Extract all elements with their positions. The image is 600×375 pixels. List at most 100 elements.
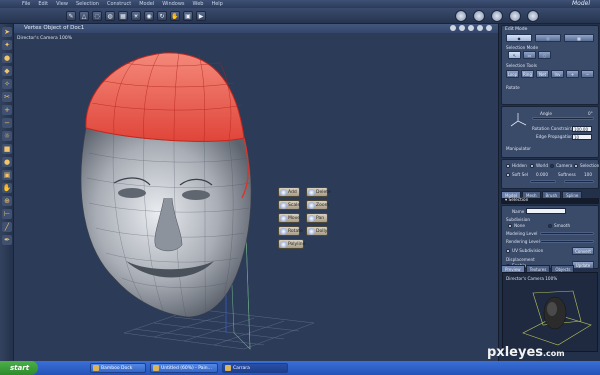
face-model-mesh[interactable] (14, 33, 498, 361)
select-lasso-button[interactable]: ◌ (538, 51, 551, 59)
room-assemble-icon[interactable] (455, 10, 467, 22)
manip-selection-radio[interactable] (574, 164, 578, 168)
arrow-tool-icon[interactable]: ➤ (2, 27, 12, 37)
view-mode-icon[interactable] (450, 25, 456, 31)
view-grid-icon[interactable] (477, 25, 483, 31)
tab-textures[interactable]: Textures (525, 265, 551, 272)
paint-tool-icon[interactable]: ● (2, 53, 12, 63)
hand-tool-icon[interactable]: ✋ (2, 183, 12, 193)
tab-mesh[interactable]: Mesh (522, 191, 541, 198)
menu-web[interactable]: Web (193, 1, 204, 7)
camera-icon[interactable]: ▣ (183, 11, 193, 21)
room-model-icon[interactable] (473, 10, 485, 22)
dolly-button[interactable]: Dolly (306, 226, 328, 236)
view-shading-icon[interactable] (459, 25, 465, 31)
rendering-level-slider[interactable] (540, 240, 594, 243)
menu-help[interactable]: Help (211, 1, 222, 7)
rotate-button[interactable]: Rotate (278, 226, 303, 236)
selection-bar[interactable]: ▾ Selection (501, 198, 599, 204)
grid-icon[interactable]: ▦ (118, 11, 128, 21)
convert-button[interactable]: Convert (572, 247, 594, 255)
room-texture-icon[interactable] (509, 10, 521, 22)
light-tool-icon[interactable]: ☼ (2, 131, 12, 141)
paint-brush-icon[interactable]: ✎ (66, 11, 76, 21)
measure-tool-icon[interactable]: ⊢ (2, 209, 12, 219)
view-camera-icon[interactable] (486, 25, 492, 31)
add-button[interactable]: Add (278, 187, 300, 197)
name-field[interactable] (526, 208, 566, 214)
manip-world-radio[interactable] (530, 164, 534, 168)
soft-sel-checkbox[interactable] (506, 173, 510, 177)
eyedrop-tool-icon[interactable]: ✧ (2, 79, 12, 89)
pan-button[interactable]: Pan (306, 213, 328, 223)
tab-model[interactable]: Model (501, 191, 522, 198)
net-button[interactable]: Net (536, 70, 549, 78)
face-mode-button[interactable]: ▦ (564, 34, 594, 42)
add-tool-icon[interactable]: + (2, 105, 12, 115)
hand-icon[interactable]: ✋ (170, 11, 180, 21)
task-carrara[interactable]: Carrara (222, 363, 288, 373)
polygon-icon[interactable]: △ (79, 11, 89, 21)
edge-propagation-field[interactable]: 10 (572, 134, 592, 140)
manip-hidden-radio[interactable] (506, 164, 510, 168)
light-icon[interactable]: ☀ (131, 11, 141, 21)
camera-tool-icon[interactable]: ▣ (2, 170, 12, 180)
cube-tool-icon[interactable]: ■ (2, 144, 12, 154)
brush-tool-icon[interactable]: ✦ (2, 40, 12, 50)
menu-construct[interactable]: Construct (107, 1, 131, 7)
delete-tool-icon[interactable]: − (2, 118, 12, 128)
sphere-tool-icon[interactable]: ● (2, 157, 12, 167)
globe-icon[interactable]: ◍ (105, 11, 115, 21)
select-arrow-button[interactable]: ↖ (508, 51, 521, 59)
3d-viewport[interactable]: Vertex Object of Doc1 Director's Camera … (14, 24, 498, 361)
task-painter[interactable]: Untitled (60%) - Pain... (150, 363, 218, 373)
polyline-button[interactable]: Polyline (278, 239, 305, 249)
preview-window[interactable]: Director's Camera 100% (502, 272, 598, 352)
tab-spline[interactable]: Spline (562, 191, 583, 198)
delete-button[interactable]: Delete (306, 187, 331, 197)
start-button[interactable]: start (0, 361, 38, 375)
manip-camera-radio[interactable] (550, 164, 554, 168)
rotation-constraint-field[interactable]: 100.00 (572, 126, 592, 132)
invert-button[interactable]: Inv (551, 70, 564, 78)
axis-gizmo-icon[interactable] (508, 111, 528, 131)
zoom-tool-icon[interactable]: ⊕ (2, 196, 12, 206)
menu-selection[interactable]: Selection (76, 1, 99, 7)
rotate-icon[interactable]: ↻ (157, 11, 167, 21)
scale-button[interactable]: Scale (278, 200, 300, 210)
angle-slider[interactable] (532, 117, 594, 120)
render-icon[interactable]: ▶ (196, 11, 206, 21)
shrink-button[interactable]: − (581, 70, 594, 78)
menu-model[interactable]: Model (139, 1, 154, 7)
move-button[interactable]: Move (278, 213, 300, 223)
pen-tool-icon[interactable]: ✒ (2, 235, 12, 245)
subdiv-smooth-radio[interactable] (548, 224, 552, 228)
menu-file[interactable]: File (22, 1, 30, 7)
softness-slider[interactable] (564, 180, 594, 183)
task-bamboo-dock[interactable]: Bamboo Dock (90, 363, 146, 373)
grow-button[interactable]: + (566, 70, 579, 78)
ring-button[interactable]: Ring (521, 70, 534, 78)
menu-windows[interactable]: Windows (162, 1, 184, 7)
zoom-button[interactable]: Zoom (306, 200, 329, 210)
edge-mode-button[interactable]: ◇ (535, 34, 561, 42)
scissors-tool-icon[interactable]: ✂ (2, 92, 12, 102)
view-lights-icon[interactable] (468, 25, 474, 31)
subdiv-none-radio[interactable] (508, 224, 512, 228)
menu-edit[interactable]: Edit (38, 1, 48, 7)
tab-preview[interactable]: Preview (501, 265, 525, 272)
select-rect-button[interactable]: ▭ (523, 51, 536, 59)
room-render-icon[interactable] (527, 10, 539, 22)
modeling-level-slider[interactable] (540, 232, 594, 235)
bucket-tool-icon[interactable]: ◆ (2, 66, 12, 76)
soft-sel-slider[interactable] (530, 180, 556, 183)
eye-icon[interactable]: ◉ (144, 11, 154, 21)
menu-view[interactable]: View (56, 1, 68, 7)
uv-subdivision-checkbox[interactable] (506, 249, 510, 253)
update-button[interactable]: Update (572, 261, 594, 269)
line-tool-icon[interactable]: ╱ (2, 222, 12, 232)
tab-brush[interactable]: Brush (541, 191, 562, 198)
loop-button[interactable]: Loop (506, 70, 519, 78)
vertex-mode-button[interactable]: ◆ (506, 34, 532, 42)
lasso-icon[interactable]: ◌ (92, 11, 102, 21)
